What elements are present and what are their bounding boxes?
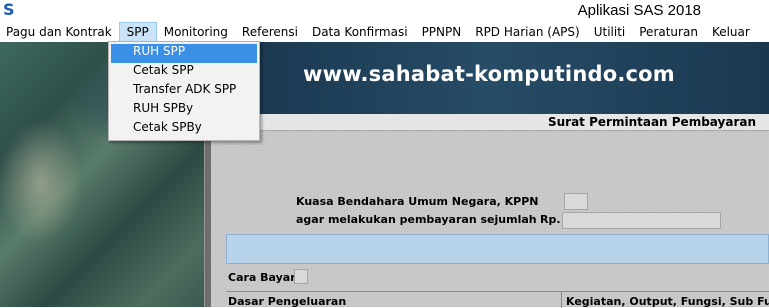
dropdown-item-cetak-spp[interactable]: Cetak SPP bbox=[111, 63, 257, 82]
menu-monitoring[interactable]: Monitoring bbox=[157, 22, 235, 42]
cara-bayar-label: Cara Bayar bbox=[228, 271, 296, 284]
menu-ppnpn[interactable]: PPNPN bbox=[415, 22, 469, 42]
terbilang-field[interactable] bbox=[226, 234, 769, 264]
amount-field[interactable] bbox=[562, 212, 721, 229]
cara-bayar-field[interactable] bbox=[294, 269, 308, 284]
banner-text: www.sahabat-komputindo.com bbox=[303, 62, 675, 86]
kuasa-label: Kuasa Bendahara Umum Negara, KPPN bbox=[296, 195, 539, 208]
kegiatan-label: Kegiatan, Output, Fungsi, Sub Fungsi bbox=[566, 295, 769, 308]
dasar-label: Dasar Pengeluaran bbox=[228, 295, 347, 308]
rp-label: Rp. bbox=[540, 213, 561, 226]
menu-data-konfirmasi[interactable]: Data Konfirmasi bbox=[305, 22, 415, 42]
title-bar: S Aplikasi SAS 2018 bbox=[0, 0, 769, 22]
dropdown-item-cetak-spby[interactable]: Cetak SPBy bbox=[111, 120, 257, 139]
panel-header: Surat Permintaan Pembayaran bbox=[205, 114, 769, 131]
agar-label: agar melakukan pembayaran sejumlah bbox=[296, 213, 537, 226]
menu-spp[interactable]: SPP bbox=[118, 22, 157, 42]
menu-bar: Pagu dan Kontrak SPP Monitoring Referens… bbox=[0, 22, 769, 42]
menu-keluar[interactable]: Keluar bbox=[705, 22, 757, 42]
menu-utiliti[interactable]: Utiliti bbox=[587, 22, 633, 42]
menu-rpd-harian[interactable]: RPD Harian (APS) bbox=[468, 22, 586, 42]
dasar-section: Dasar Pengeluaran bbox=[226, 292, 559, 308]
website-banner: www.sahabat-komputindo.com bbox=[208, 42, 769, 114]
kegiatan-section: Kegiatan, Output, Fungsi, Sub Fungsi bbox=[561, 292, 769, 308]
dropdown-item-ruh-spp[interactable]: RUH SPP bbox=[111, 44, 257, 63]
dropdown-item-transfer-adk-spp[interactable]: Transfer ADK SPP bbox=[111, 82, 257, 101]
menu-pagu-dan-kontrak[interactable]: Pagu dan Kontrak bbox=[0, 22, 119, 42]
window-title: Aplikasi SAS 2018 bbox=[577, 2, 701, 19]
dropdown-item-ruh-spby[interactable]: RUH SPBy bbox=[111, 101, 257, 120]
menu-referensi[interactable]: Referensi bbox=[235, 22, 305, 42]
menu-peraturan[interactable]: Peraturan bbox=[632, 22, 705, 42]
bottom-section: Dasar Pengeluaran Kegiatan, Output, Fung… bbox=[226, 291, 769, 308]
app-logo-icon: S bbox=[3, 0, 15, 19]
spp-dropdown-menu: RUH SPP Cetak SPP Transfer ADK SPP RUH S… bbox=[108, 41, 260, 141]
panel-title: Surat Permintaan Pembayaran bbox=[547, 115, 756, 129]
kppn-field[interactable] bbox=[564, 193, 588, 210]
